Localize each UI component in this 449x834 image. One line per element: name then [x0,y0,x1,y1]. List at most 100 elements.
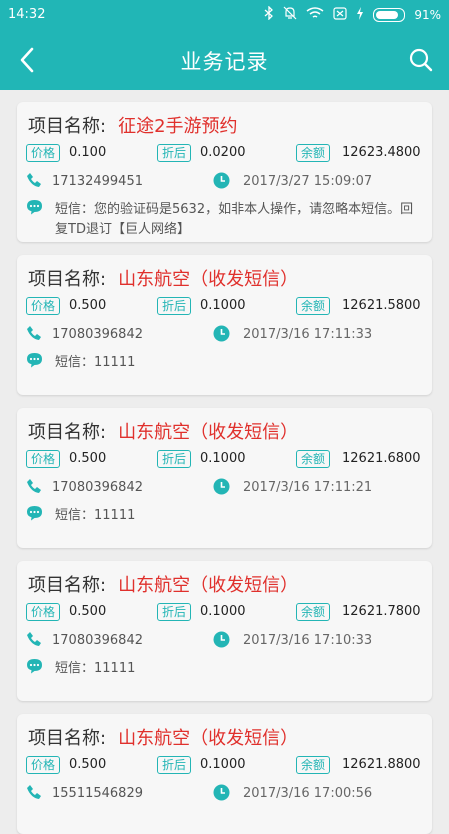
project-label: 项目名称: [28,575,107,596]
discount-tag: 折后 [157,756,192,774]
phone-time-row: 15511546829 2017/3/16 17:00:56 [26,784,426,804]
project-row: 项目名称: 山东航空（收发短信） [28,571,298,597]
phone-icon [26,478,42,494]
project-label: 项目名称: [28,269,107,290]
price-value: 0.500 [69,604,107,619]
discount-tag: 折后 [157,450,192,468]
phone-time-row: 17080396842 2017/3/16 17:10:33 [26,631,426,651]
clock-icon [213,325,230,342]
phone-icon [26,631,42,647]
project-name: 山东航空（收发短信） [118,269,299,290]
phone-time-row: 17080396842 2017/3/16 17:11:33 [26,325,426,345]
project-label: 项目名称: [28,116,107,137]
app-bar: 业务记录 [0,30,449,90]
project-label: 项目名称: [28,422,107,443]
project-row: 项目名称: 山东航空（收发短信） [28,265,298,291]
price-value: 0.500 [69,298,107,313]
phone-time-row: 17132499451 2017/3/27 15:09:07 [26,172,426,192]
wifi-icon [306,6,324,23]
charging-icon [356,6,364,23]
record-card[interactable]: 项目名称: 山东航空（收发短信） 价格 0.500 折后 0.1000 余额 12… [17,714,432,834]
phone-icon [26,784,42,800]
phone-number: 17080396842 [52,633,143,648]
message-icon [26,505,43,521]
clock-icon [213,172,230,189]
phone-number: 17132499451 [52,174,143,189]
discount-value: 0.1000 [200,604,246,619]
record-time: 2017/3/16 17:11:21 [243,480,373,495]
battery-level [376,10,399,19]
balance-tag: 余额 [296,144,331,162]
balance-value: 12621.5800 [342,298,421,313]
phone-number: 17080396842 [52,327,143,342]
clock-icon [213,478,230,495]
balance-value: 12621.6800 [342,451,421,466]
project-row: 项目名称: 山东航空（收发短信） [28,418,298,444]
discount-value: 0.1000 [200,757,246,772]
phone-icon [26,325,42,341]
discount-value: 0.0200 [200,145,246,160]
sms-content: 短信：11111 [55,355,136,370]
balance-value: 12621.7800 [342,604,421,619]
price-value: 0.100 [69,145,107,160]
balance-tag: 余额 [296,603,331,621]
balance-tag: 余额 [296,450,331,468]
phone-number: 17080396842 [52,480,143,495]
battery-icon [373,7,406,22]
discount-tag: 折后 [157,603,192,621]
price-tag: 价格 [26,756,61,774]
record-time: 2017/3/27 15:09:07 [243,174,373,189]
price-row: 价格 0.500 折后 0.1000 余额 12621.6800 [26,449,426,469]
sim-icon [333,6,347,23]
mute-icon [283,6,297,23]
sms-content: 短信：11111 [55,508,136,523]
status-time: 14:32 [8,7,46,22]
search-icon[interactable] [407,46,435,74]
record-time: 2017/3/16 17:00:56 [243,786,373,801]
project-row: 项目名称: 山东航空（收发短信） [28,724,298,750]
price-tag: 价格 [26,144,61,162]
clock-icon [213,631,230,648]
balance-tag: 余额 [296,756,331,774]
discount-value: 0.1000 [200,451,246,466]
phone-number: 15511546829 [52,786,143,801]
record-time: 2017/3/16 17:10:33 [243,633,373,648]
project-name: 征途2手游预约 [118,116,238,137]
price-value: 0.500 [69,451,107,466]
balance-value: 12623.4800 [342,145,421,160]
project-row: 项目名称: 征途2手游预约 [28,112,238,138]
price-row: 价格 0.500 折后 0.1000 余额 12621.8800 [26,755,426,775]
battery-percent: 91% [414,7,441,22]
price-row: 价格 0.500 折后 0.1000 余额 12621.7800 [26,602,426,622]
discount-tag: 折后 [157,144,192,162]
balance-tag: 余额 [296,297,331,315]
project-name: 山东航空（收发短信） [118,422,299,443]
record-card[interactable]: 项目名称: 山东航空（收发短信） 价格 0.500 折后 0.1000 余额 12… [17,561,432,701]
balance-value: 12621.8800 [342,757,421,772]
price-row: 价格 0.100 折后 0.0200 余额 12623.4800 [26,143,426,163]
discount-value: 0.1000 [200,298,246,313]
sms-content: 短信：您的验证码是5632，如非本人操作，请忽略本短信。回复TD退订【巨人网络】 [55,202,414,237]
phone-icon [26,172,42,188]
bluetooth-icon [264,5,274,23]
record-card[interactable]: 项目名称: 山东航空（收发短信） 价格 0.500 折后 0.1000 余额 12… [17,255,432,395]
phone-time-row: 17080396842 2017/3/16 17:11:21 [26,478,426,498]
price-tag: 价格 [26,450,61,468]
message-icon [26,199,43,215]
clock-icon [213,784,230,801]
project-label: 项目名称: [28,728,107,749]
price-value: 0.500 [69,757,107,772]
status-bar: 14:32 91% [0,0,449,30]
project-name: 山东航空（收发短信） [118,728,299,749]
record-card[interactable]: 项目名称: 山东航空（收发短信） 价格 0.500 折后 0.1000 余额 12… [17,408,432,548]
price-row: 价格 0.500 折后 0.1000 余额 12621.5800 [26,296,426,316]
record-time: 2017/3/16 17:11:33 [243,327,373,342]
message-icon [26,352,43,368]
status-icons: 91% [264,5,441,23]
sms-content: 短信：11111 [55,661,136,676]
record-card[interactable]: 项目名称: 征途2手游预约 价格 0.100 折后 0.0200 余额 12623… [17,102,432,242]
discount-tag: 折后 [157,297,192,315]
message-icon [26,658,43,674]
price-tag: 价格 [26,297,61,315]
page-title: 业务记录 [180,50,269,74]
